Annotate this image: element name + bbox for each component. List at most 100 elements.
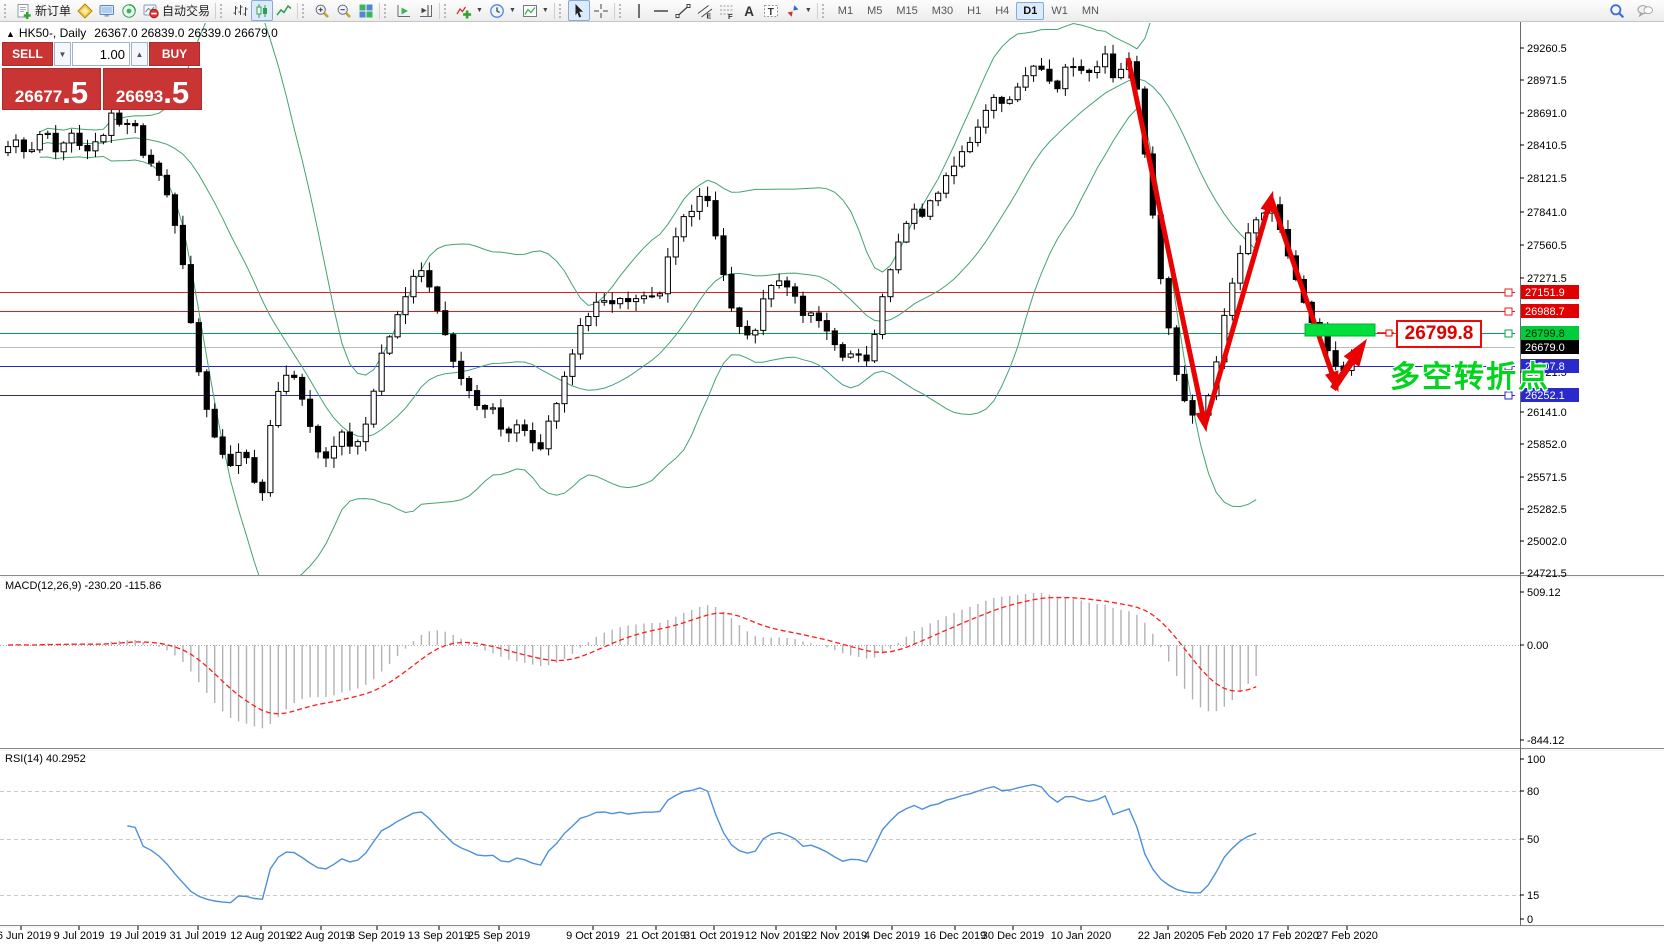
- text-label-button[interactable]: T: [760, 0, 782, 21]
- toolbar-separator: [553, 2, 555, 19]
- svg-text:E: E: [706, 13, 711, 19]
- zoom-in-button[interactable]: [311, 0, 333, 21]
- price-tick-label: 24721.5: [1527, 568, 1567, 580]
- svg-text:A: A: [744, 4, 754, 19]
- chevron-down-icon[interactable]: ▼: [542, 7, 549, 14]
- candlestick-button[interactable]: [251, 0, 274, 21]
- date-tick-label: 9 Oct 2019: [566, 930, 620, 942]
- timeframe-button-m15[interactable]: M15: [889, 2, 924, 20]
- trendline-button[interactable]: [672, 0, 694, 21]
- vertical-line-button[interactable]: [628, 0, 650, 21]
- arrows-button[interactable]: ▼: [782, 0, 815, 21]
- chart-shift-button[interactable]: [415, 0, 437, 21]
- sell-price-button[interactable]: 26677 .5: [2, 68, 101, 110]
- timeframe-button-h4[interactable]: H4: [988, 2, 1016, 20]
- toolbar-separator: [816, 2, 818, 19]
- timeframe-button-h1[interactable]: H1: [960, 2, 988, 20]
- equidistant-channel-button[interactable]: E: [694, 0, 716, 21]
- search-button[interactable]: [1606, 0, 1628, 21]
- timeframe-button-m5[interactable]: M5: [860, 2, 889, 20]
- toolbar-drag-handle: [302, 3, 308, 18]
- toolbar-separator: [439, 2, 441, 19]
- trendline-icon: [675, 3, 691, 18]
- crosshair-icon: [593, 3, 608, 18]
- new-order-button[interactable]: 新订单: [13, 0, 74, 21]
- templates-button[interactable]: ▼: [519, 0, 552, 21]
- price-level-label: 26799.8: [1525, 328, 1565, 340]
- horizontal-line-button[interactable]: [650, 0, 672, 21]
- price-tag-label[interactable]: 26799.8: [1396, 320, 1482, 348]
- highlight-zone-rect[interactable]: [1304, 323, 1376, 337]
- line-chart-button[interactable]: [273, 0, 295, 21]
- date-tick-label: 19 Jul 2019: [110, 930, 167, 942]
- price-tick-label: 25571.5: [1527, 472, 1567, 484]
- text-button[interactable]: A: [738, 0, 760, 21]
- chart-title: ▲ HK50-, Daily 26367.0 26839.0 26339.0 266…: [6, 26, 278, 40]
- navigator-icon: [122, 3, 136, 18]
- fibonacci-button[interactable]: F: [716, 0, 738, 21]
- new-order-label: 新订单: [35, 4, 72, 18]
- buy-price-button[interactable]: 26693 .5: [103, 68, 202, 110]
- timeframe-button-w1[interactable]: W1: [1044, 2, 1075, 20]
- date-tick-label: 17 Feb 2020: [1257, 930, 1319, 942]
- date-tick-label: 10 Jan 2020: [1051, 930, 1112, 942]
- text-label-icon: T: [763, 4, 778, 17]
- volume-decrease-button[interactable]: ▼: [54, 42, 71, 66]
- chevron-down-icon[interactable]: ▼: [476, 7, 483, 14]
- rsi-axis-label: 100: [1527, 754, 1545, 766]
- tile-windows-button[interactable]: [355, 0, 377, 21]
- collapse-panel-icon[interactable]: ▲: [6, 29, 15, 39]
- layouts-button[interactable]: [74, 0, 96, 21]
- bar-chart-button[interactable]: [229, 0, 251, 21]
- community-button[interactable]: [1634, 0, 1656, 21]
- rsi-axis-label: 80: [1527, 786, 1539, 798]
- date-tick-label: 31 Jul 2019: [170, 930, 227, 942]
- buy-button[interactable]: BUY: [149, 42, 200, 66]
- date-tick-label: 30 Dec 2019: [982, 930, 1044, 942]
- fibonacci-icon: F: [719, 5, 734, 19]
- price-tick-label: 28691.0: [1527, 108, 1567, 120]
- turning-point-annotation[interactable]: 多空转折点: [1390, 352, 1550, 396]
- price-tick-label: 27271.5: [1527, 273, 1567, 285]
- autotrading-icon: [143, 4, 159, 18]
- autotrading-button[interactable]: 自动交易: [140, 0, 213, 21]
- toolbar-separator: [215, 2, 217, 19]
- date-tick-label: 27 Feb 2020: [1316, 930, 1378, 942]
- timeframe-button-d1[interactable]: D1: [1016, 1, 1045, 20]
- toolbar-right-icons: [1606, 0, 1662, 21]
- indicators-button[interactable]: ▼: [453, 0, 486, 21]
- bar-chart-icon: [233, 4, 248, 16]
- auto-scroll-button[interactable]: [393, 0, 415, 21]
- timeframe-button-m30[interactable]: M30: [925, 2, 960, 20]
- price-tick-label: 28410.5: [1527, 140, 1567, 152]
- rsi-indicator-label: RSI(14) 40.2952: [5, 753, 86, 765]
- date-tick-label: 31 Oct 2019: [684, 930, 744, 942]
- zoom-out-button[interactable]: [333, 0, 355, 21]
- one-click-trading-panel: SELL ▼ ▲ BUY 26677 .5 26693 .5: [2, 42, 202, 110]
- autotrading-label: 自动交易: [162, 4, 211, 18]
- auto-scroll-icon: [397, 4, 411, 17]
- toolbar-drag-handle: [618, 3, 625, 18]
- candlestick-icon: [256, 3, 268, 18]
- buy-price-main: 26693: [115, 87, 164, 106]
- svg-text:F: F: [728, 12, 733, 19]
- indicators-icon: [456, 6, 472, 18]
- volume-input[interactable]: [72, 42, 130, 66]
- crosshair-button[interactable]: [590, 0, 612, 21]
- chevron-down-icon[interactable]: ▼: [509, 7, 516, 14]
- market-watch-button[interactable]: [96, 0, 118, 21]
- volume-increase-button[interactable]: ▲: [131, 42, 148, 66]
- price-level-label: 27151.9: [1525, 287, 1565, 299]
- periods-button[interactable]: ▼: [486, 0, 519, 21]
- chevron-down-icon[interactable]: ▼: [805, 7, 812, 14]
- cursor-button[interactable]: [567, 0, 590, 21]
- timeframe-button-m1[interactable]: M1: [831, 2, 860, 20]
- price-level-label: 26988.7: [1525, 306, 1565, 318]
- sell-button[interactable]: SELL: [2, 42, 53, 66]
- timeframe-button-mn[interactable]: MN: [1075, 2, 1106, 20]
- toolbar-separator: [297, 2, 299, 19]
- navigator-button[interactable]: [118, 0, 140, 21]
- periods-icon: [490, 3, 504, 18]
- tile-windows-icon: [359, 4, 373, 17]
- buy-price-fraction: .5: [163, 75, 190, 110]
